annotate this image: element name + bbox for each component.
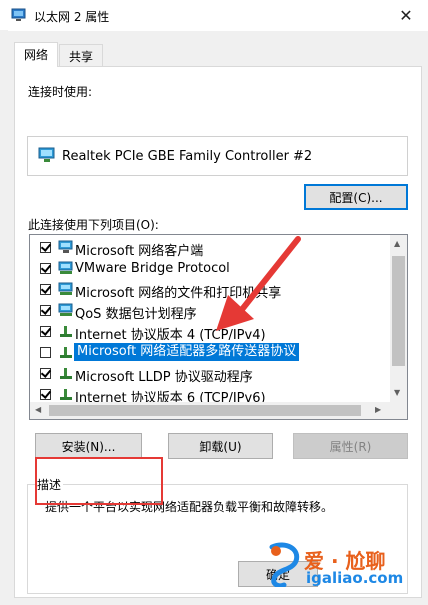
list-item[interactable]: Microsoft LLDP 协议驱动程序 [30, 363, 388, 385]
item-checkbox[interactable] [40, 368, 51, 379]
scroll-right-icon[interactable]: ▶ [375, 405, 381, 414]
window-title: 以太网 2 属性 [34, 10, 110, 24]
install-button[interactable]: 安装(N)... [35, 433, 142, 459]
close-icon: ✕ [399, 6, 413, 25]
vertical-scroll-thumb[interactable] [392, 256, 405, 366]
title-bar: 以太网 2 属性 ✕ [0, 0, 428, 31]
scroll-left-icon[interactable]: ◀ [35, 405, 41, 414]
dialog-client-area: 共享 网络 连接时使用: Realtek PCIe GBE Family Con… [8, 31, 428, 605]
item-checkbox[interactable] [40, 305, 51, 316]
annotation-arrow-icon [216, 236, 301, 331]
list-item-selected[interactable]: Microsoft 网络适配器多路传送器协议 [30, 342, 388, 363]
item-label: Microsoft 网络客户端 [75, 244, 204, 259]
network-adapter-icon [11, 8, 26, 21]
brand-logo-icon [269, 542, 300, 587]
item-label: VMware Bridge Protocol [75, 261, 230, 276]
protocol-icon [60, 326, 72, 337]
network-service-icon [58, 303, 73, 316]
scroll-corner [390, 402, 407, 419]
properties-button: 属性(R) [293, 433, 408, 459]
item-checkbox[interactable] [40, 347, 51, 358]
uninstall-button[interactable]: 卸载(U) [168, 433, 273, 459]
protocol-icon [60, 389, 72, 400]
item-label: QoS 数据包计划程序 [75, 307, 197, 322]
network-service-icon [58, 282, 73, 295]
item-checkbox[interactable] [40, 242, 51, 253]
item-label: Microsoft 网络适配器多路传送器协议 [72, 342, 301, 362]
network-adapter-icon [38, 147, 55, 162]
tab-network[interactable]: 网络 [14, 42, 59, 67]
tab-sharing[interactable]: 共享 [59, 44, 104, 67]
configure-button[interactable]: 配置(C)... [304, 184, 408, 210]
watermark-logo: 爱 · 尬聊 igaliao.com [266, 539, 414, 591]
close-button[interactable]: ✕ [384, 0, 428, 31]
scroll-down-icon[interactable]: ▼ [394, 388, 400, 397]
background-window-edge [0, 30, 8, 605]
horizontal-scrollbar[interactable]: ◀ ▶ [30, 402, 390, 419]
protocol-icon [60, 347, 72, 358]
scroll-up-icon[interactable]: ▲ [394, 239, 400, 248]
network-service-icon [58, 261, 73, 274]
adapter-name: Realtek PCIe GBE Family Controller #2 [62, 149, 313, 164]
item-checkbox[interactable] [40, 284, 51, 295]
annotation-highlight-box [35, 457, 163, 505]
horizontal-scroll-thumb[interactable] [49, 405, 361, 416]
item-checkbox[interactable] [40, 389, 51, 400]
item-checkbox[interactable] [40, 263, 51, 274]
vertical-scrollbar[interactable]: ▲ ▼ [390, 235, 407, 404]
connect-using-label: 连接时使用: [28, 85, 93, 99]
watermark-site: igaliao.com [306, 569, 404, 587]
protocol-icon [60, 368, 72, 379]
network-client-icon [58, 240, 73, 253]
items-label: 此连接使用下列项目(O): [28, 218, 159, 232]
properties-dialog: 以太网 2 属性 ✕ 共享 网络 连接时使用: Realtek PCIe GBE… [0, 0, 428, 605]
item-label: Microsoft LLDP 协议驱动程序 [75, 370, 253, 385]
item-checkbox[interactable] [40, 326, 51, 337]
adapter-display: Realtek PCIe GBE Family Controller #2 [27, 136, 408, 176]
